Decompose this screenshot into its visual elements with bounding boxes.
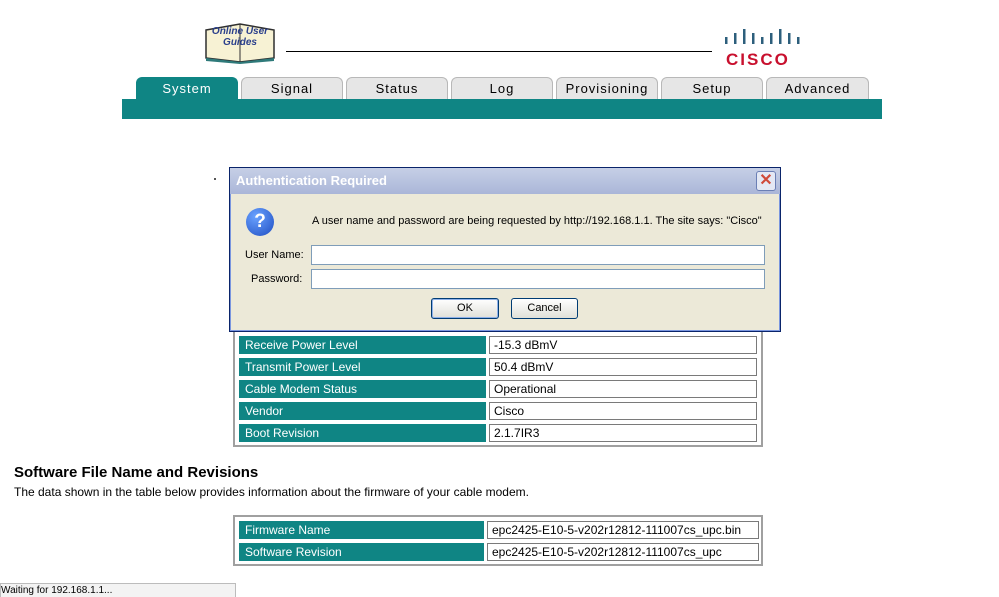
table-row: Vendor Cisco: [235, 402, 761, 420]
tab-setup[interactable]: Setup: [661, 77, 763, 99]
tab-provisioning[interactable]: Provisioning: [556, 77, 658, 99]
row-value: epc2425-E10-5-v202r12812-111007cs_upc: [487, 543, 759, 561]
username-label: User Name:: [245, 249, 304, 261]
row-value: -15.3 dBmV: [489, 336, 757, 354]
dialog-message: A user name and password are being reque…: [312, 215, 762, 227]
cancel-button[interactable]: Cancel: [511, 298, 578, 319]
software-section-description: The data shown in the table below provid…: [14, 485, 529, 499]
auth-dialog: Authentication Required ✕ ? A user name …: [229, 167, 781, 332]
row-value: epc2425-E10-5-v202r12812-111007cs_upc.bi…: [487, 521, 759, 539]
row-value: 50.4 dBmV: [489, 358, 757, 376]
software-table: Firmware Name epc2425-E10-5-v202r12812-1…: [233, 515, 763, 566]
table-row: Transmit Power Level 50.4 dBmV: [235, 358, 761, 376]
cisco-logo: CISCO: [722, 28, 804, 69]
browser-status-bar: Waiting for 192.168.1.1...: [0, 583, 236, 597]
table-row: Cable Modem Status Operational: [235, 380, 761, 398]
password-input[interactable]: [311, 269, 765, 289]
main-tabs: System Signal Status Log Provisioning Se…: [136, 77, 869, 99]
stray-mark: [214, 178, 216, 180]
tab-log[interactable]: Log: [451, 77, 553, 99]
table-row: Receive Power Level -15.3 dBmV: [235, 336, 761, 354]
tab-status[interactable]: Status: [346, 77, 448, 99]
cisco-bridge-icon: [725, 29, 800, 44]
system-info-table: Receive Power Level -15.3 dBmV Transmit …: [233, 320, 763, 447]
tab-signal[interactable]: Signal: [241, 77, 343, 99]
row-label: Transmit Power Level: [239, 358, 486, 376]
row-label: Boot Revision: [239, 424, 486, 442]
question-icon: ?: [246, 208, 274, 236]
close-icon: ✕: [759, 172, 773, 189]
table-row: Boot Revision 2.1.7IR3: [235, 424, 761, 442]
row-value: Operational: [489, 380, 757, 398]
cisco-wordmark: CISCO: [726, 50, 790, 69]
dialog-title: Authentication Required: [230, 168, 780, 194]
password-label: Password:: [251, 273, 303, 285]
close-button[interactable]: ✕: [756, 171, 776, 191]
tab-system[interactable]: System: [136, 77, 238, 99]
row-label: Cable Modem Status: [239, 380, 486, 398]
nav-subbar: [122, 99, 882, 119]
online-user-guides-logo[interactable]: Online User Guides: [202, 20, 278, 64]
row-label: Receive Power Level: [239, 336, 486, 354]
row-label: Firmware Name: [239, 521, 484, 539]
tab-advanced[interactable]: Advanced: [766, 77, 869, 99]
table-row: Firmware Name epc2425-E10-5-v202r12812-1…: [235, 521, 761, 539]
ok-button[interactable]: OK: [431, 298, 499, 319]
guide-logo-label: Online User Guides: [211, 26, 269, 48]
table-row: Software Revision epc2425-E10-5-v202r128…: [235, 543, 761, 561]
software-section-title: Software File Name and Revisions: [14, 464, 259, 481]
header-divider: [286, 51, 712, 52]
row-value: 2.1.7IR3: [489, 424, 757, 442]
row-label: Vendor: [239, 402, 486, 420]
row-label: Software Revision: [239, 543, 484, 561]
username-input[interactable]: [311, 245, 765, 265]
row-value: Cisco: [489, 402, 757, 420]
